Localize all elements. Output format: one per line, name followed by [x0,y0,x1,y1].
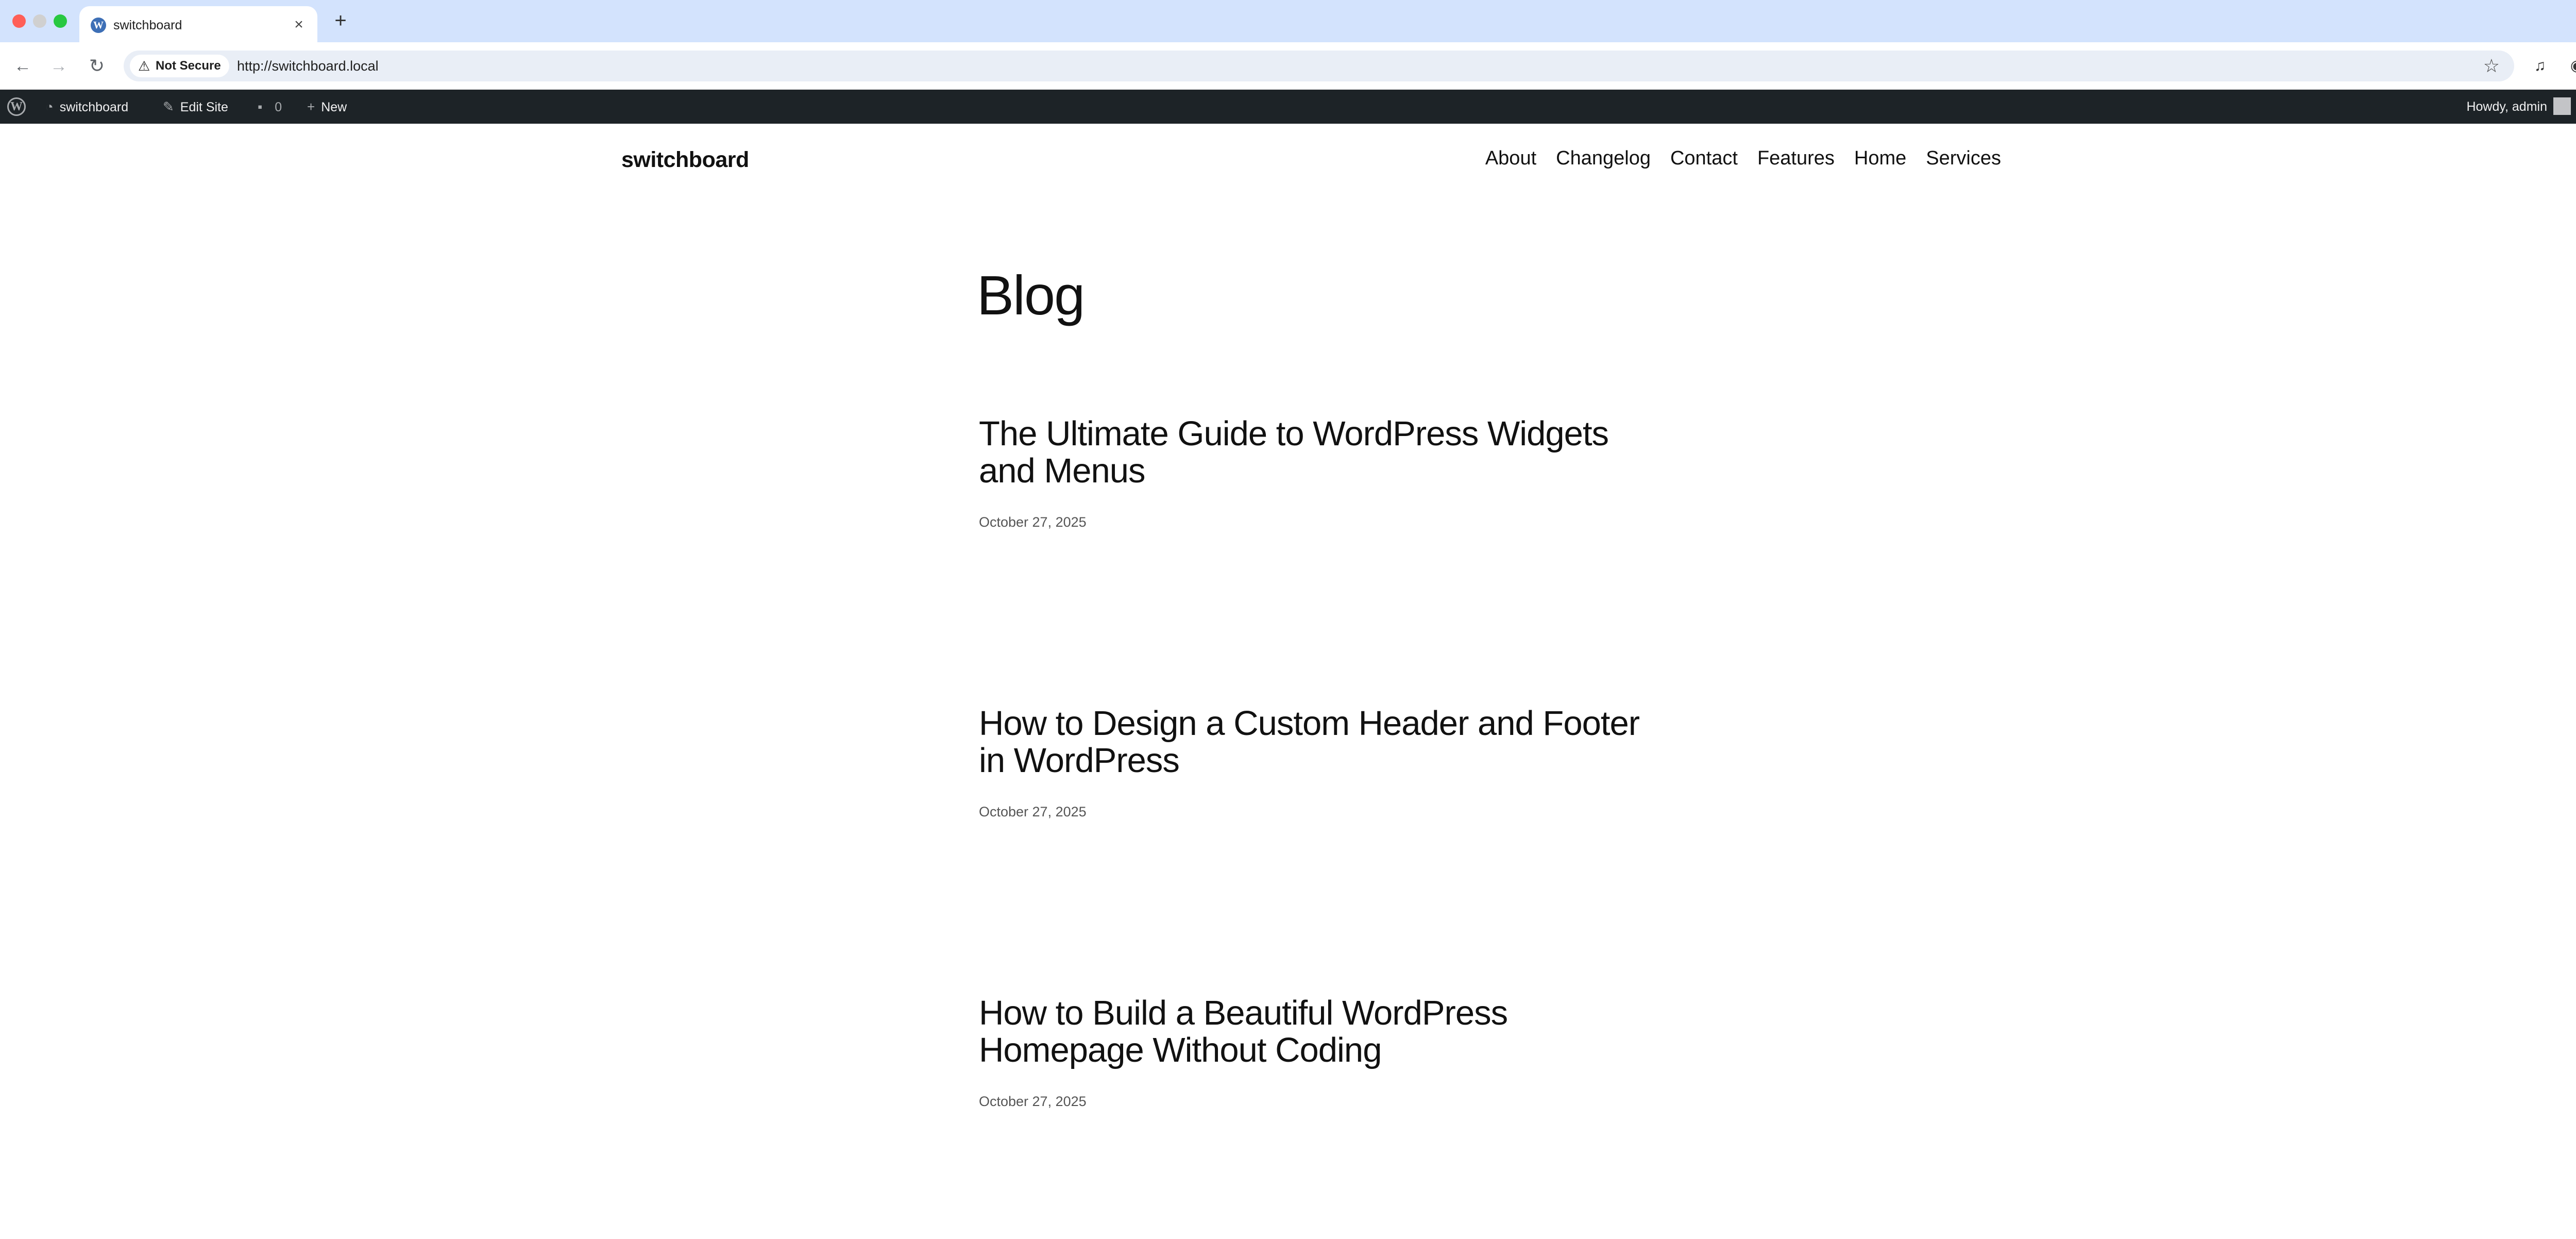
site-navigation: About Changelog Contact Features Home Se… [1485,147,2001,170]
new-tab-button[interactable]: + [330,10,351,32]
wordpress-favicon-icon: W [91,18,106,33]
post-item: How to Design a Custom Header and Footer… [979,705,1664,820]
comment-icon: ▪ [258,99,263,114]
nav-item-home[interactable]: Home [1854,147,1906,170]
tab-title: switchboard [113,18,182,32]
browser-tab-strip: W switchboard × + ⌄ [0,0,2576,42]
dashboard-icon: ◔ [45,99,54,114]
edit-site-link[interactable]: ✎ Edit Site [163,90,228,124]
post-title-link[interactable]: How to Design a Custom Header and Footer… [979,705,1664,779]
nav-item-changelog[interactable]: Changelog [1556,147,1651,170]
forward-icon[interactable]: → [47,55,70,77]
post-item: The Ultimate Guide to WordPress Widgets … [979,415,1664,530]
browser-toolbar: ← → ↻ ⚠ Not Secure http://switchboard.lo… [0,42,2576,90]
back-icon[interactable]: ← [11,55,34,77]
window-minimize-button[interactable] [33,14,46,28]
my-account-link[interactable]: Howdy, admin [2466,90,2571,124]
post-date: October 27, 2025 [979,514,1087,530]
post-title-link[interactable]: How to Build a Beautiful WordPress Homep… [979,995,1664,1069]
brush-icon: ✎ [163,99,174,114]
nav-item-services[interactable]: Services [1926,147,2001,170]
security-indicator[interactable]: ⚠ Not Secure [130,55,229,77]
wp-admin-bar: W ◔ switchboard ✎ Edit Site ▪ 0 + New Howdy,… [0,90,2576,124]
nav-item-contact[interactable]: Contact [1670,147,1738,170]
edit-site-label: Edit Site [180,100,228,114]
reload-icon[interactable]: ↻ [86,55,108,77]
wordpress-logo-icon[interactable]: W [7,97,26,116]
browser-tab[interactable]: W switchboard × [79,6,317,42]
url-text[interactable]: http://switchboard.local [237,57,379,75]
plus-icon: + [307,99,315,114]
window-maximize-button[interactable] [54,14,67,28]
post-date: October 27, 2025 [979,1094,1087,1109]
security-label: Not Secure [156,59,221,73]
nav-item-features[interactable]: Features [1757,147,1835,170]
new-label: New [321,100,347,114]
new-content-link[interactable]: + New [307,90,347,124]
admin-bar-site-name: switchboard [59,100,129,114]
comments-count: 0 [275,100,282,114]
profile-icon[interactable]: ◉ [2567,56,2576,76]
warning-icon: ⚠ [138,58,150,74]
media-control-icon[interactable]: ♫ [2530,56,2550,76]
window-close-button[interactable] [12,14,26,28]
admin-bar-site-link[interactable]: ◔ switchboard [45,90,128,124]
post-title-link[interactable]: The Ultimate Guide to WordPress Widgets … [979,415,1664,490]
close-icon[interactable]: × [290,15,308,34]
site-title[interactable]: switchboard [621,147,749,173]
nav-item-about[interactable]: About [1485,147,1536,170]
page-title: Blog [977,264,1085,326]
comments-link[interactable]: ▪ 0 [258,90,282,124]
howdy-text: Howdy, admin [2466,99,2547,114]
post-item: How to Build a Beautiful WordPress Homep… [979,995,1664,1110]
star-icon[interactable]: ☆ [2483,56,2500,76]
address-bar[interactable]: ⚠ Not Secure http://switchboard.local ☆ [124,51,2514,81]
post-date: October 27, 2025 [979,804,1087,819]
avatar [2553,97,2571,115]
